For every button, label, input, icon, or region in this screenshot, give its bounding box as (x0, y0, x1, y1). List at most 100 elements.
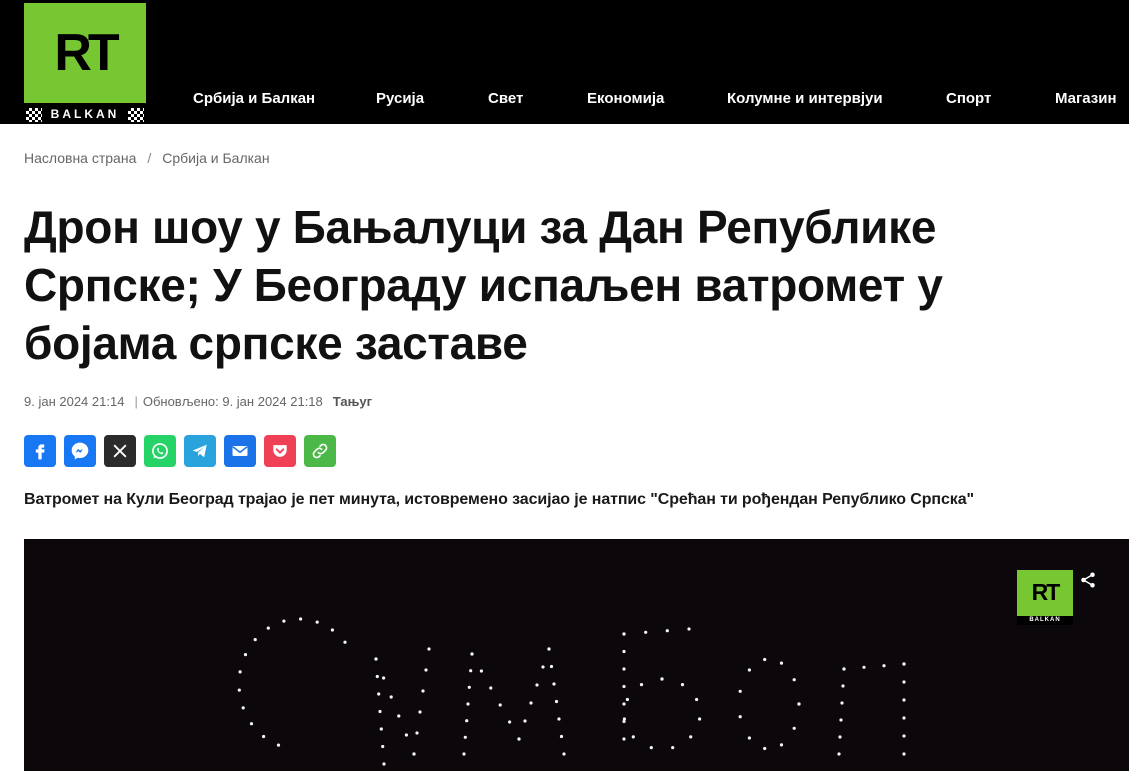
logo-mark: RT (54, 24, 119, 82)
logo-pattern-left (26, 108, 42, 122)
drone-light (841, 684, 845, 688)
drone-light (660, 677, 664, 681)
drone-light (562, 752, 566, 756)
email-share-button[interactable] (224, 435, 256, 467)
drone-light (465, 719, 469, 723)
drone-light (792, 678, 796, 682)
drone-light (552, 682, 556, 686)
x-share-button[interactable] (104, 435, 136, 467)
drone-light (902, 716, 906, 720)
drone-light (412, 752, 416, 756)
copy-link-button[interactable] (304, 435, 336, 467)
telegram-icon (192, 444, 207, 458)
article-source[interactable]: Тањуг (333, 394, 372, 409)
drone-light (882, 664, 886, 668)
drone-light (695, 697, 699, 702)
whatsapp-share-button[interactable] (144, 435, 176, 467)
drone-light (375, 674, 379, 679)
watermark-mark: RT (1031, 579, 1061, 605)
drone-light (763, 746, 767, 751)
drone-light (554, 699, 559, 704)
drone-light (649, 746, 653, 750)
drone-light (779, 743, 784, 747)
facebook-share-button[interactable] (24, 435, 56, 467)
drone-light (840, 701, 844, 705)
breadcrumb-home[interactable]: Насловна страна (24, 150, 136, 166)
drone-light (238, 670, 242, 674)
drone-light (838, 735, 842, 739)
breadcrumb-section[interactable]: Србија и Балкан (162, 150, 269, 166)
nav-item-world[interactable]: Свет (488, 90, 523, 107)
drone-light (842, 667, 846, 671)
article-image[interactable]: RT BALKAN (24, 539, 1129, 771)
article-meta: 9. јан 2024 21:14 | Обновљено: 9. јан 2024… (24, 394, 372, 409)
drone-light (378, 709, 382, 714)
breadcrumb-separator: / (147, 150, 152, 166)
drone-light (469, 669, 473, 673)
drone-light (418, 710, 422, 714)
drone-light (249, 722, 254, 726)
logo-sub: BALKAN (50, 106, 120, 121)
drone-light (427, 647, 431, 651)
drone-light (557, 717, 561, 721)
drone-light (779, 661, 784, 665)
nav-item-magazine[interactable]: Магазин (1055, 90, 1117, 107)
drone-light (622, 649, 626, 654)
drone-light (374, 657, 378, 661)
drone-light (463, 735, 467, 739)
nav-item-sport[interactable]: Спорт (946, 90, 991, 107)
drone-light (382, 676, 386, 680)
drone-light (379, 727, 383, 731)
drone-light (330, 628, 334, 632)
nav-item-serbia-balkans[interactable]: Србија и Балкан (193, 90, 315, 107)
drone-light (462, 752, 466, 756)
updated-date: Обновљено: 9. јан 2024 21:18 (142, 394, 323, 409)
published-date: 9. јан 2024 21:14 (24, 394, 125, 409)
drone-light (535, 683, 539, 687)
telegram-share-button[interactable] (184, 435, 216, 467)
drone-light (382, 762, 386, 766)
pocket-share-button[interactable] (264, 435, 296, 467)
drone-show-photo (237, 617, 906, 766)
drone-light (665, 629, 669, 633)
drone-light (622, 667, 626, 671)
nav-item-russia[interactable]: Русија (376, 90, 424, 107)
drone-light (747, 736, 752, 740)
drone-light (523, 719, 527, 723)
drone-light (837, 752, 841, 756)
drone-light (625, 697, 630, 702)
nav-item-economy[interactable]: Економија (587, 90, 664, 107)
messenger-icon (71, 442, 89, 460)
drone-light (243, 653, 248, 657)
drone-light (389, 695, 393, 699)
messenger-share-button[interactable] (64, 435, 96, 467)
drone-light (687, 627, 691, 631)
drone-light (622, 717, 627, 721)
drone-light (763, 657, 767, 662)
drone-light (315, 620, 319, 624)
article-lead: Ватромет на Кули Београд трајао је пет м… (24, 491, 974, 508)
drone-light (470, 652, 474, 656)
drone-light (738, 715, 742, 719)
drone-light (738, 689, 742, 693)
drone-light (622, 684, 626, 689)
drone-light (466, 702, 470, 706)
drone-light (498, 703, 502, 707)
drone-light (797, 702, 801, 706)
drone-light (282, 619, 286, 623)
drone-light (467, 685, 471, 689)
drone-light (639, 683, 644, 687)
drone-light (622, 702, 626, 706)
drone-light (680, 683, 685, 687)
email-icon (232, 446, 248, 456)
share-icon[interactable] (1079, 571, 1097, 589)
logo-pattern-right (128, 108, 144, 122)
rt-balkan-logo[interactable]: RT BALKAN (24, 3, 146, 124)
drone-light (415, 731, 419, 735)
drone-light (902, 752, 906, 756)
watermark-sub: BALKAN (1017, 616, 1073, 625)
drone-light (266, 626, 270, 630)
nav-item-columns-interviews[interactable]: Колумне и интервјуи (727, 90, 883, 107)
drone-light (276, 743, 281, 747)
link-icon (312, 443, 328, 459)
